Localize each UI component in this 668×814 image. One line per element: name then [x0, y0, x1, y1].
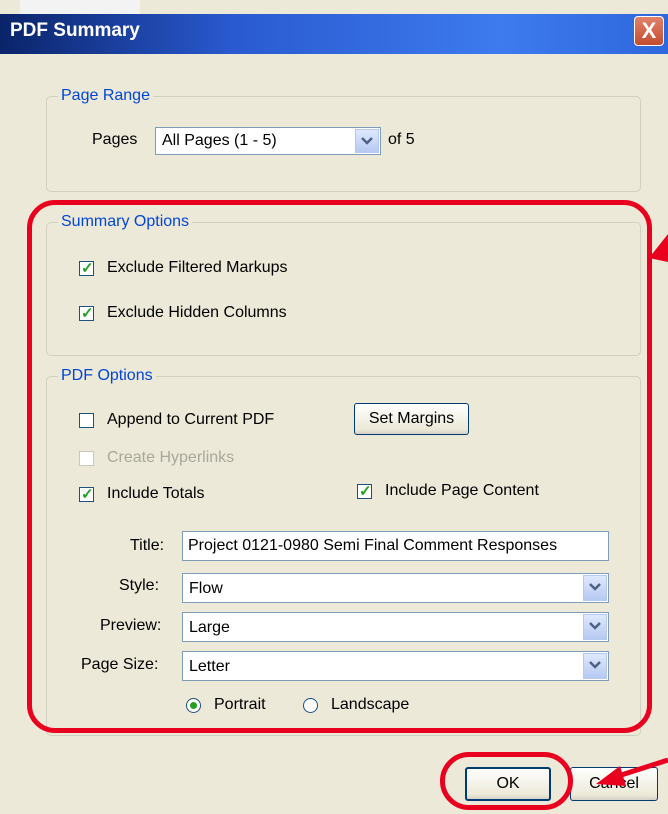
window-title: PDF Summary: [10, 20, 140, 41]
page-range-group-title: Page Range: [58, 87, 153, 105]
pages-select-value: All Pages (1 - 5): [162, 132, 277, 149]
pages-select[interactable]: All Pages (1 - 5): [155, 127, 381, 155]
close-button[interactable]: X: [634, 16, 664, 46]
background-window-sliver: [20, 0, 140, 14]
close-icon: X: [641, 18, 657, 43]
cancel-button[interactable]: Cancel: [570, 767, 658, 801]
pages-dropdown-button[interactable]: [355, 129, 379, 153]
pages-label: Pages: [92, 131, 138, 148]
annotation-highlight-options: [27, 200, 652, 733]
pages-total-label: of 5: [388, 131, 415, 148]
cancel-button-label: Cancel: [589, 775, 639, 792]
chevron-down-icon: [361, 137, 373, 145]
annotation-highlight-ok: [440, 752, 573, 810]
